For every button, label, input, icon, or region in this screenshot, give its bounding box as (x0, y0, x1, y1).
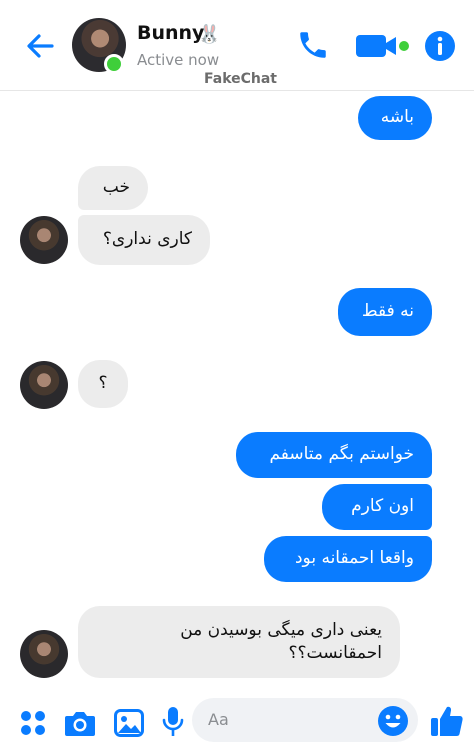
message-bubble-outgoing[interactable]: خواستم بگم متاسفم (236, 432, 432, 478)
microphone-icon[interactable] (162, 706, 184, 738)
video-camera-icon[interactable] (356, 33, 412, 59)
contact-avatar-small (20, 216, 68, 264)
message-bubble-outgoing[interactable]: نه فقط (338, 288, 432, 336)
message-input[interactable]: Aa (192, 698, 418, 742)
message-bubble-incoming[interactable]: یعنی داری میگی بوسیدن من احمقانست؟؟ (78, 606, 400, 678)
contact-avatar-small (20, 361, 68, 409)
message-bubble-incoming[interactable]: خب (78, 166, 148, 210)
watermark: FakeChat (204, 71, 278, 87)
message-bubble-outgoing[interactable]: واقعا احمقانه بود (264, 536, 432, 582)
active-status: Active now (137, 51, 220, 69)
message-input-placeholder: Aa (208, 710, 229, 729)
online-indicator (104, 54, 124, 74)
bunny-emoji-icon: 🐰 (198, 24, 221, 45)
message-bubble-incoming[interactable]: ؟ (78, 360, 128, 408)
message-bubble-outgoing[interactable]: باشه (358, 96, 432, 140)
composer-bar: Aa (0, 690, 474, 751)
info-icon[interactable] (424, 30, 456, 62)
back-arrow-icon[interactable] (22, 28, 58, 64)
emoji-icon[interactable] (377, 705, 409, 737)
message-bubble-outgoing[interactable]: اون کارم (322, 484, 432, 530)
contact-avatar-small (20, 630, 68, 678)
like-icon[interactable] (430, 704, 464, 738)
camera-icon[interactable] (64, 709, 96, 737)
chat-header: Bunny 🐰 Active now FakeChat (0, 0, 474, 91)
apps-grid-icon[interactable] (20, 710, 46, 736)
contact-name[interactable]: Bunny (137, 22, 204, 44)
phone-icon[interactable] (296, 28, 330, 62)
message-bubble-incoming[interactable]: کاری نداری؟ (78, 215, 210, 265)
gallery-icon[interactable] (114, 709, 144, 737)
